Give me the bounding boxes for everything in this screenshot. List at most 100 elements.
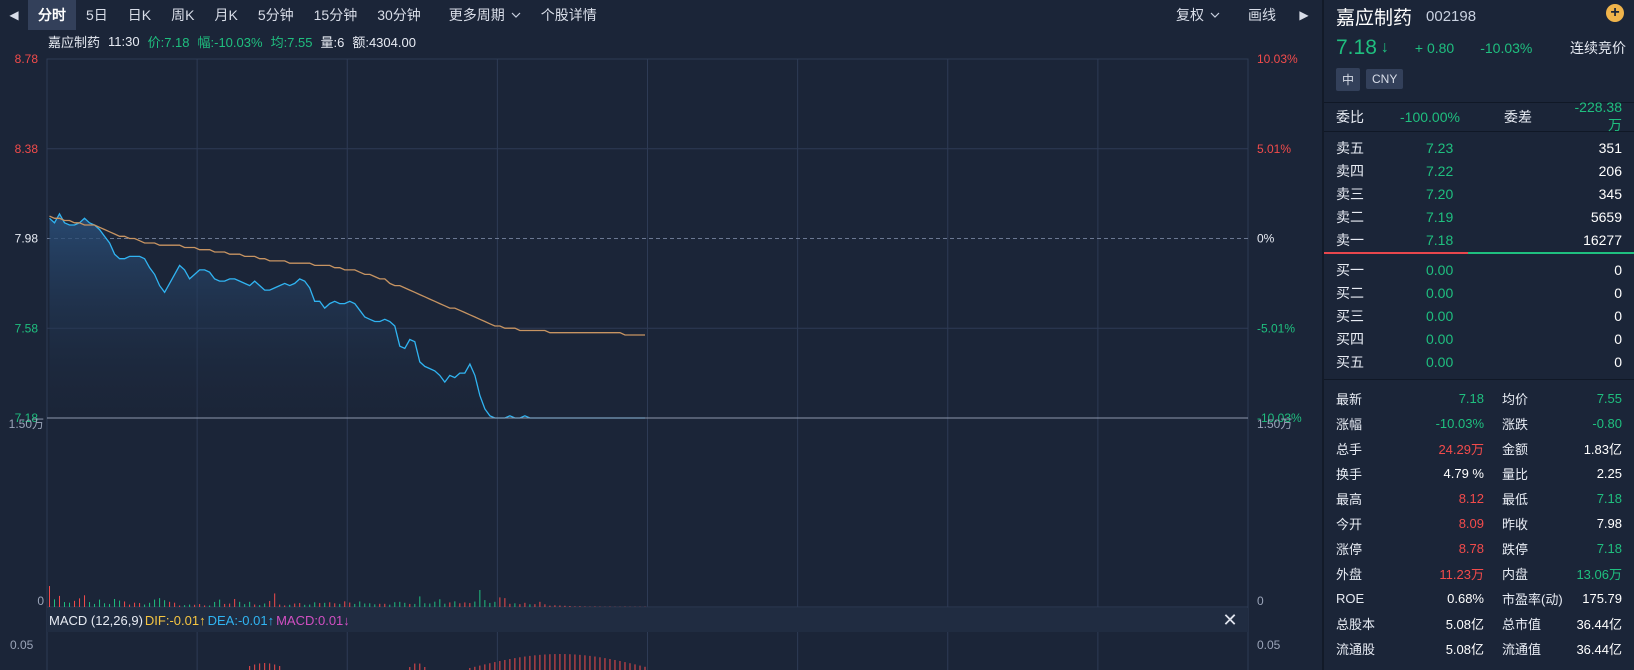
bid-price: 0.00 — [1426, 353, 1454, 370]
ask-label: 卖四 — [1336, 162, 1364, 179]
tab-30min[interactable]: 30分钟 — [367, 0, 431, 30]
bid-label: 买三 — [1336, 307, 1364, 324]
tab-intraday[interactable]: 分时 — [28, 0, 76, 30]
ask-row[interactable]: 卖五 7.23 351 — [1324, 136, 1634, 159]
stat-value: 7.18 — [1596, 541, 1622, 556]
bid-label: 买一 — [1336, 261, 1364, 278]
ask-label: 卖五 — [1336, 139, 1364, 156]
tab-5min[interactable]: 5分钟 — [248, 0, 304, 30]
stat-row: 涨幅 -10.03% 涨跌 -0.80 — [1324, 411, 1634, 436]
info-volume: 量:6 — [320, 34, 345, 50]
quote-info-line: 嘉应制药 11:30 价:7.18 幅:-10.03% 均:7.55 量:6 额… — [48, 31, 416, 51]
stat-label: 最新 — [1336, 392, 1363, 407]
add-watchlist-icon[interactable]: + — [1606, 4, 1624, 22]
macd-tick-label: 0.05 — [1257, 638, 1281, 652]
price-tick-label: 8.38 — [15, 142, 39, 156]
ask-label: 卖三 — [1336, 185, 1364, 202]
down-arrow-icon: ↓ — [1380, 39, 1389, 56]
macd-dea: DEA:-0.01↑ — [207, 612, 275, 628]
bid-volume: 0 — [1614, 261, 1622, 278]
stat-row: 今开 8.09 昨收 7.98 — [1324, 511, 1634, 536]
bid-volume: 0 — [1614, 284, 1622, 301]
prev-arrow-icon[interactable]: ◀ — [0, 0, 28, 30]
trading-status: 连续竞价 — [1570, 40, 1626, 56]
stat-value: 8.09 — [1458, 516, 1484, 531]
stat-label: 量比 — [1502, 467, 1529, 482]
stat-label: ROE — [1336, 591, 1365, 606]
ask-volume: 16277 — [1583, 231, 1622, 248]
macd-title: MACD (12,26,9) — [49, 612, 143, 628]
panel-change: + 0.80 — [1414, 40, 1455, 56]
stat-row: 流通股 5.08亿 流通值 36.44亿 — [1324, 636, 1634, 661]
stat-value: 8.12 — [1458, 491, 1484, 506]
volume-tick-label: 1.50万 — [9, 417, 44, 431]
stat-row: 总股本 5.08亿 总市值 36.44亿 — [1324, 611, 1634, 636]
bid-price: 0.00 — [1426, 307, 1454, 324]
period-toolbar: ◀ 分时 5日 日K 周K 月K 5分钟 15分钟 30分钟 更多周期 个股详情… — [0, 0, 1318, 30]
ask-volume: 206 — [1598, 162, 1622, 179]
stat-label: 涨幅 — [1336, 417, 1363, 432]
stat-value: 2.25 — [1596, 466, 1622, 481]
info-stock-name: 嘉应制药 — [48, 34, 101, 50]
volume-tick-label: 1.50万 — [1257, 417, 1292, 431]
ask-label: 卖二 — [1336, 208, 1364, 225]
bid-row[interactable]: 买四 0.00 0 — [1324, 327, 1634, 350]
bid-price: 0.00 — [1426, 261, 1454, 278]
ask-price: 7.18 — [1426, 231, 1454, 248]
panel-stock-name: 嘉应制药 — [1336, 7, 1413, 29]
info-price: 价:7.18 — [147, 34, 190, 50]
tab-monthly-k[interactable]: 月K — [204, 0, 247, 30]
bid-row[interactable]: 买一 0.00 0 — [1324, 258, 1634, 281]
price-tick-label: 7.58 — [15, 321, 39, 335]
ask-price: 7.19 — [1426, 208, 1454, 225]
stat-label: 金额 — [1502, 442, 1529, 457]
stat-row: 换手 4.79 % 量比 2.25 — [1324, 461, 1634, 486]
stat-value: 5.08亿 — [1445, 617, 1484, 632]
panel-stock-code: 002198 — [1426, 7, 1477, 25]
stat-label: 最高 — [1336, 492, 1363, 507]
chevron-down-icon — [1210, 12, 1220, 18]
ask-row[interactable]: 卖二 7.19 5659 — [1324, 205, 1634, 228]
tab-weekly-k[interactable]: 周K — [161, 0, 204, 30]
draw-line-button[interactable]: 画线 — [1234, 0, 1290, 30]
stat-value: -0.80 — [1592, 416, 1622, 431]
more-periods-label: 更多周期 — [448, 7, 505, 23]
weicha-label: 委差 — [1504, 109, 1532, 125]
ask-row[interactable]: 卖三 7.20 345 — [1324, 182, 1634, 205]
next-arrow-icon[interactable]: ▶ — [1290, 0, 1318, 30]
stat-label: 最低 — [1502, 492, 1529, 507]
tab-5day[interactable]: 5日 — [76, 0, 118, 30]
tab-15min[interactable]: 15分钟 — [304, 0, 368, 30]
close-icon[interactable]: ✕ — [1220, 610, 1240, 630]
stat-row: 涨停 8.78 跌停 7.18 — [1324, 536, 1634, 561]
bid-volume: 0 — [1614, 307, 1622, 324]
stat-value: 36.44亿 — [1576, 617, 1622, 632]
stat-value: -10.03% — [1435, 416, 1484, 431]
tab-daily-k[interactable]: 日K — [118, 0, 161, 30]
ask-price: 7.20 — [1426, 185, 1454, 202]
stat-label: 今开 — [1336, 517, 1363, 532]
stat-label: 市盈率(动) — [1502, 592, 1563, 607]
info-time: 11:30 — [108, 33, 140, 49]
bid-row[interactable]: 买三 0.00 0 — [1324, 304, 1634, 327]
bid-row[interactable]: 买五 0.00 0 — [1324, 350, 1634, 373]
more-periods-dropdown[interactable]: 更多周期 — [439, 0, 531, 30]
weibi-row: 委比 -100.00% 委差 -228.38万 — [1324, 99, 1634, 133]
intraday-chart[interactable]: 8.78 10.03%8.38 5.01%7.98 0%7.58 -5.01%7.18-… — [0, 52, 1318, 670]
bid-price: 0.00 — [1426, 284, 1454, 301]
bid-price: 0.00 — [1426, 330, 1454, 347]
panel-change-pct: -10.03% — [1480, 40, 1533, 56]
ask-volume: 351 — [1598, 139, 1622, 156]
panel-header: 嘉应制药 002198 + — [1324, 0, 1634, 32]
ask-price: 7.23 — [1426, 139, 1454, 156]
stock-detail-button[interactable]: 个股详情 — [531, 0, 607, 30]
ask-row[interactable]: 卖一 7.18 16277 — [1324, 228, 1634, 251]
bid-row[interactable]: 买二 0.00 0 — [1324, 281, 1634, 304]
adjust-dropdown[interactable]: 复权 — [1162, 0, 1234, 30]
macd-tick-label: 0.05 — [10, 638, 34, 652]
volume-tick-label: 0 — [1257, 594, 1264, 608]
adjust-label: 复权 — [1176, 7, 1204, 23]
stat-value: 7.55 — [1596, 391, 1622, 406]
ask-row[interactable]: 卖四 7.22 206 — [1324, 159, 1634, 182]
stat-value: 4.79 % — [1443, 466, 1484, 481]
